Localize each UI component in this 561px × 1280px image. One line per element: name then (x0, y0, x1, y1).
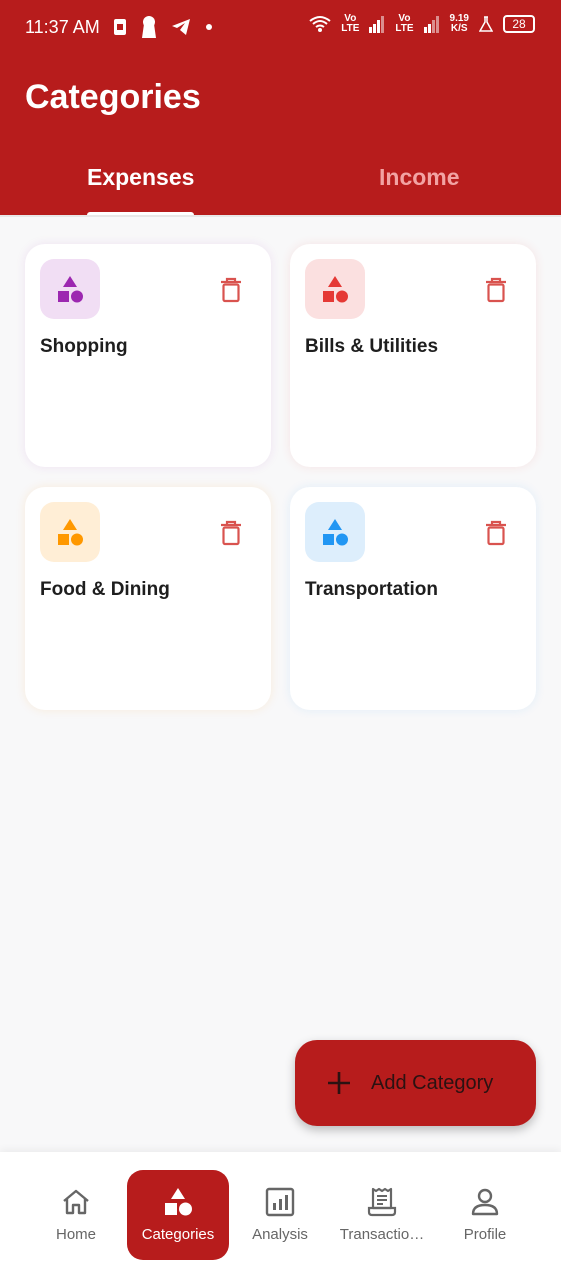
network-label-1: Vo LTE (341, 13, 360, 34)
delete-icon[interactable] (219, 520, 243, 546)
wifi-icon (309, 16, 331, 32)
nav-home[interactable]: Home (25, 1170, 127, 1260)
category-name: Bills & Utilities (305, 336, 439, 357)
tab-expenses[interactable]: Expenses (87, 164, 194, 191)
notification-icons (113, 16, 213, 38)
category-card-bills-utilities[interactable]: Bills & Utilities (290, 244, 536, 467)
nav-transactions[interactable]: Transactio… (331, 1170, 433, 1260)
nav-profile[interactable]: Profile (434, 1170, 536, 1260)
flask-icon (479, 16, 493, 32)
category-tabs: Expenses Income (0, 150, 561, 217)
nav-label: Profile (463, 1226, 507, 1243)
tab-income[interactable]: Income (379, 164, 460, 191)
category-card-food-dining[interactable]: Food & Dining (25, 487, 271, 710)
category-shapes-icon (323, 276, 348, 303)
category-icon-container (305, 259, 365, 319)
telegram-icon (172, 19, 190, 35)
category-name: Transportation (305, 579, 439, 600)
category-icon-container (40, 259, 100, 319)
system-icons: Vo LTE Vo LTE 9.19 K/S 28 (309, 14, 535, 34)
network-speed: 9.19 K/S (449, 13, 469, 34)
category-name: Food & Dining (40, 579, 170, 600)
category-shapes-icon (165, 1188, 192, 1216)
nav-label: Transactio… (339, 1226, 425, 1243)
category-icon-container (305, 502, 365, 562)
dot-icon (206, 24, 212, 30)
app-header: 11:37 AM Vo LTE Vo LTE 9.19 K/S 28 Categori… (0, 0, 561, 217)
category-shapes-icon (323, 519, 348, 546)
page-title: Categories (25, 78, 201, 116)
delete-icon[interactable] (484, 520, 508, 546)
home-icon (63, 1189, 89, 1215)
category-card-shopping[interactable]: Shopping (25, 244, 271, 467)
header-divider (0, 215, 561, 217)
delete-icon[interactable] (484, 277, 508, 303)
status-bar: 11:37 AM Vo LTE Vo LTE 9.19 K/S 28 (0, 0, 561, 56)
category-icon-container (40, 502, 100, 562)
sim-card-icon (114, 19, 126, 35)
network-label-2: Vo LTE (395, 13, 414, 34)
keyhole-icon (142, 16, 156, 38)
status-time: 11:37 AM (25, 17, 100, 37)
nav-label: Home (55, 1226, 96, 1243)
delete-icon[interactable] (219, 277, 243, 303)
nav-categories[interactable]: Categories (127, 1170, 229, 1260)
signal-icon (369, 16, 385, 33)
category-card-transportation[interactable]: Transportation (290, 487, 536, 710)
receipt-icon (367, 1187, 397, 1217)
battery-icon: 28 (503, 15, 535, 33)
category-shapes-icon (58, 276, 83, 303)
signal-icon (423, 16, 439, 33)
analytics-icon (265, 1187, 295, 1217)
category-name: Shopping (40, 336, 128, 357)
add-category-label: Add Category (371, 1071, 494, 1094)
add-category-button[interactable]: Add Category (295, 1040, 536, 1126)
person-icon (471, 1188, 499, 1216)
nav-analysis[interactable]: Analysis (229, 1170, 331, 1260)
bottom-navigation: Home Categories Analysis Transactio… Pro… (0, 1152, 561, 1280)
nav-label: Analysis (252, 1226, 308, 1243)
nav-label: Categories (141, 1226, 215, 1243)
plus-icon (328, 1072, 350, 1094)
category-shapes-icon (58, 519, 83, 546)
